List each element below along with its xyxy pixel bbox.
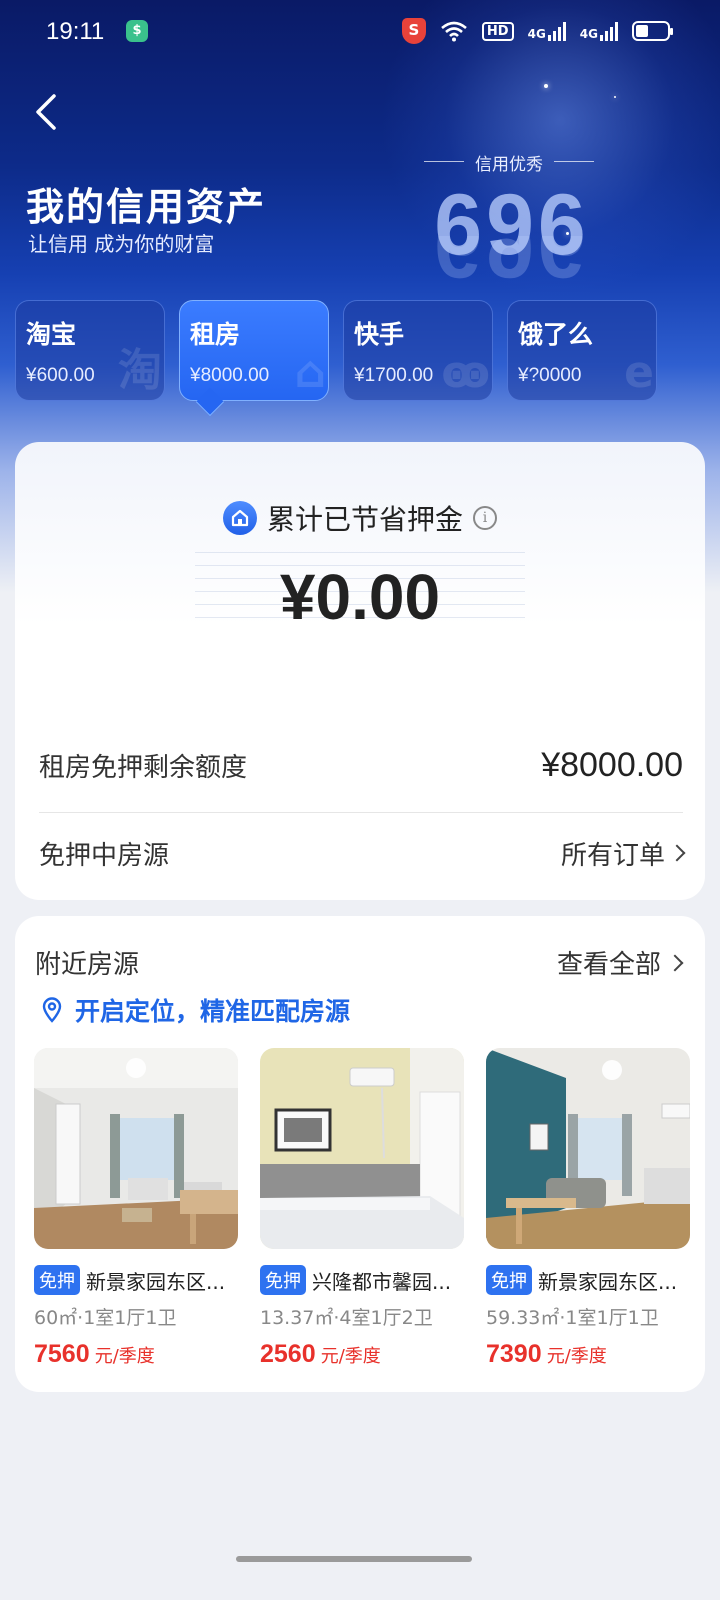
- platform-name: 快手: [354, 320, 405, 349]
- status-icons: S HD 4G 4G: [401, 18, 673, 44]
- remaining-quota-label: 租房免押剩余额度: [39, 752, 248, 783]
- page-title: 我的信用资产: [26, 185, 267, 229]
- back-button[interactable]: [28, 92, 68, 132]
- platform-name: 淘宝: [26, 320, 77, 349]
- listing-name: 新景家园东区...: [86, 1269, 226, 1294]
- remaining-quota-value: ¥8000.00: [541, 745, 683, 784]
- listing-spec: 13.37㎡·4室1厅2卫: [260, 1307, 433, 1329]
- network-type-label: 4G: [579, 27, 598, 41]
- deposit-savings-card: 累计已节省押金 i ¥0.00 租房免押剩余额度 ¥8000.00 免押中房源 …: [15, 442, 705, 900]
- deposit-free-badge: 免押: [34, 1265, 80, 1295]
- platform-card-taobao[interactable]: 淘宝 ¥600.00 淘: [15, 300, 165, 401]
- chevron-right-icon: [666, 954, 684, 971]
- nearby-title: 附近房源: [35, 950, 140, 980]
- listing-price: 7390 元/季度: [486, 1340, 690, 1369]
- listing-photo[interactable]: [34, 1048, 238, 1249]
- nearby-listings-card: 附近房源 查看全部 开启定位，精准匹配房源 免押 新景家园东区... 60㎡·1…: [15, 916, 705, 1392]
- enable-location-label: 开启定位，精准匹配房源: [75, 997, 351, 1026]
- view-all-label: 查看全部: [556, 950, 661, 980]
- status-bar: 19:11 $ S HD 4G 4G: [0, 0, 720, 64]
- savings-title: 累计已节省押金: [266, 503, 463, 536]
- chevron-right-icon: [668, 844, 686, 862]
- signal-bars-icon: [547, 21, 566, 41]
- price-unit: 元/季度: [320, 1346, 381, 1367]
- listing-name-row: 免押 兴隆都市馨园...: [260, 1265, 464, 1295]
- taobao-watermark-icon: 淘: [118, 345, 162, 396]
- battery-icon: [632, 21, 673, 41]
- enable-location-link[interactable]: 开启定位，精准匹配房源: [41, 992, 350, 1028]
- listing-photo[interactable]: [260, 1048, 464, 1249]
- divider: [39, 812, 683, 813]
- platform-name: 租房: [190, 320, 241, 349]
- platform-amount: ¥1700.00: [354, 365, 434, 386]
- app-notification-icon: $: [126, 20, 148, 42]
- listing-price: 2560 元/季度: [260, 1340, 464, 1369]
- house-icon: [222, 501, 257, 535]
- listing-name: 新景家园东区...: [538, 1269, 678, 1294]
- all-orders-label: 所有订单: [560, 840, 665, 871]
- credit-level-label: 信用优秀: [424, 150, 594, 175]
- price-unit: 元/季度: [94, 1346, 155, 1367]
- platform-card-rental[interactable]: 租房 ¥8000.00 ⌂: [179, 300, 329, 417]
- listing-item[interactable]: 免押 新景家园东区... 59.33㎡·1室1厅1卫 7390 元/季度: [486, 1048, 690, 1369]
- signal-2: 4G: [580, 21, 618, 41]
- platform-card-kuaishou[interactable]: 快手 ¥1700.00 ꙭ: [343, 300, 493, 401]
- house-watermark-icon: ⌂: [294, 347, 327, 398]
- price-unit: 元/季度: [546, 1346, 607, 1367]
- platform-amount: ¥600.00: [26, 365, 95, 386]
- view-all-link[interactable]: 查看全部: [556, 944, 684, 981]
- location-pin-icon: [42, 997, 62, 1023]
- savings-header: 累计已节省押金 i: [15, 498, 705, 538]
- active-listings-label: 免押中房源: [39, 840, 170, 871]
- listing-name-row: 免押 新景家园东区...: [34, 1265, 238, 1295]
- eleme-watermark-icon: e: [624, 347, 654, 398]
- price-value: 7560: [34, 1340, 90, 1368]
- listing-name-row: 免押 新景家园东区...: [486, 1265, 690, 1295]
- listing-item[interactable]: 免押 兴隆都市馨园... 13.37㎡·4室1厅2卫 2560 元/季度: [260, 1048, 464, 1369]
- listing-spec: 59.33㎡·1室1厅1卫: [486, 1307, 659, 1329]
- active-listings-row[interactable]: 免押中房源 所有订单: [39, 832, 686, 874]
- signal-bars-icon: [600, 21, 618, 41]
- deposit-free-badge: 免押: [486, 1265, 532, 1295]
- remaining-quota-row: 租房免押剩余额度 ¥8000.00: [39, 744, 683, 786]
- savings-amount: ¥0.00: [279, 561, 441, 633]
- hd-voice-icon: HD: [481, 21, 514, 41]
- wifi-icon: [441, 21, 467, 42]
- platform-card-eleme[interactable]: 饿了么 ¥?0000 e: [507, 300, 657, 401]
- credit-score-reflection: 696: [434, 236, 590, 295]
- star-decoration: [614, 96, 616, 98]
- listing-item[interactable]: 免押 新景家园东区... 60㎡·1室1厅1卫 7560 元/季度: [34, 1048, 238, 1369]
- info-icon[interactable]: i: [473, 506, 497, 530]
- network-type-label: 4G: [527, 27, 546, 41]
- listing-name: 兴隆都市馨园...: [312, 1269, 452, 1294]
- kuaishou-watermark-icon: ꙭ: [441, 347, 490, 398]
- star-decoration: [544, 84, 548, 88]
- listing-price: 7560 元/季度: [34, 1340, 238, 1369]
- deposit-free-badge: 免押: [260, 1265, 306, 1295]
- page-subtitle: 让信用 成为你的财富: [28, 232, 215, 256]
- listing-row: 免押 新景家园东区... 60㎡·1室1厅1卫 7560 元/季度 免押 兴隆都…: [34, 1048, 690, 1369]
- listing-photo[interactable]: [486, 1048, 690, 1249]
- platform-amount: ¥?0000: [518, 365, 582, 386]
- price-value: 7390: [486, 1340, 542, 1368]
- status-time: 19:11: [46, 18, 105, 45]
- home-indicator[interactable]: [236, 1556, 472, 1562]
- security-icon: S: [401, 18, 426, 44]
- platform-amount: ¥8000.00: [190, 365, 270, 386]
- platform-name: 饿了么: [518, 320, 594, 349]
- price-value: 2560: [260, 1340, 316, 1368]
- signal-1: 4G: [528, 21, 566, 41]
- listing-spec: 60㎡·1室1厅1卫: [34, 1307, 177, 1329]
- all-orders-link[interactable]: 所有订单: [560, 835, 686, 872]
